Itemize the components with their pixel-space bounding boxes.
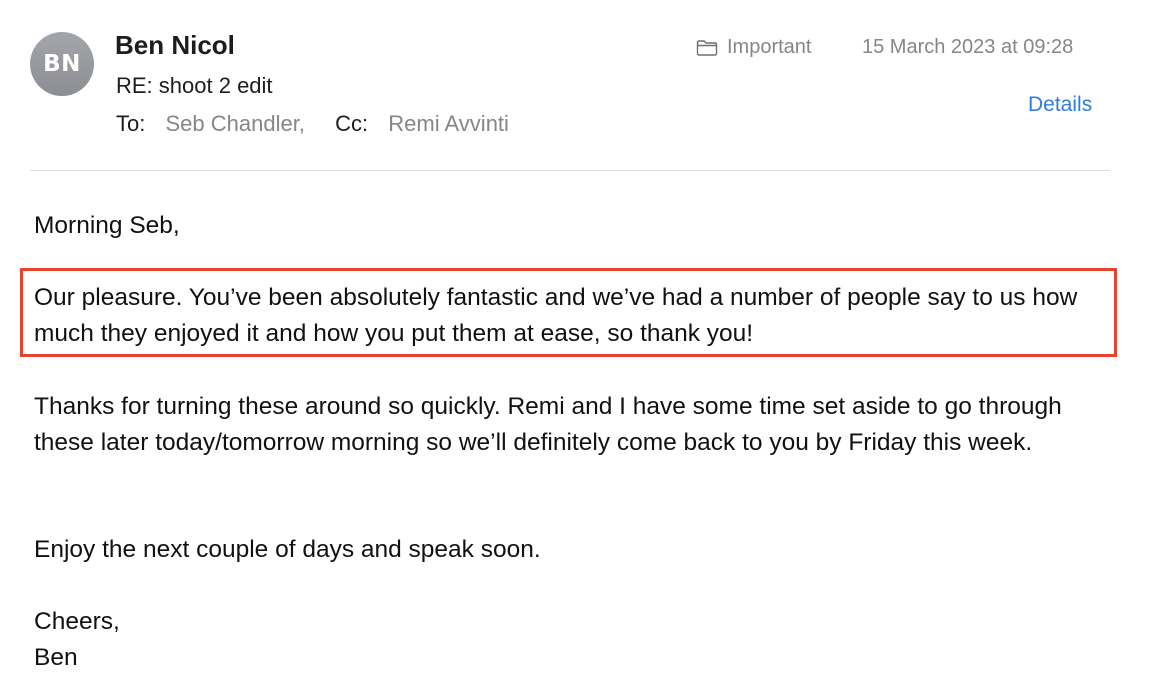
folder-icon xyxy=(696,39,718,56)
cc-label: Cc: xyxy=(335,111,369,136)
to-label: To: xyxy=(116,111,146,136)
mailbox-name: Important xyxy=(727,36,812,58)
email-greeting: Morning Seb, xyxy=(34,212,180,239)
avatar: BN xyxy=(30,32,94,96)
email-signature: Ben xyxy=(34,644,78,671)
header-divider xyxy=(30,170,1110,171)
recipients-line: To: Seb Chandler, Cc: Remi Avvinti xyxy=(116,111,509,137)
mailbox-label: Important xyxy=(696,36,811,59)
email-paragraph: Thanks for turning these around so quick… xyxy=(34,393,1062,456)
cc-recipient[interactable]: Remi Avvinti xyxy=(388,111,509,136)
email-paragraph: Enjoy the next couple of days and speak … xyxy=(34,536,541,563)
to-recipient[interactable]: Seb Chandler, xyxy=(165,111,304,136)
details-link[interactable]: Details xyxy=(1028,93,1092,117)
highlight-box xyxy=(20,268,1117,357)
email-view: BN Ben Nicol RE: shoot 2 edit To: Seb Ch… xyxy=(0,0,1150,690)
email-subject: RE: shoot 2 edit xyxy=(116,73,273,98)
email-closing: Cheers, xyxy=(34,608,120,635)
email-date: 15 March 2023 at 09:28 xyxy=(862,36,1074,58)
sender-name: Ben Nicol xyxy=(115,30,235,60)
